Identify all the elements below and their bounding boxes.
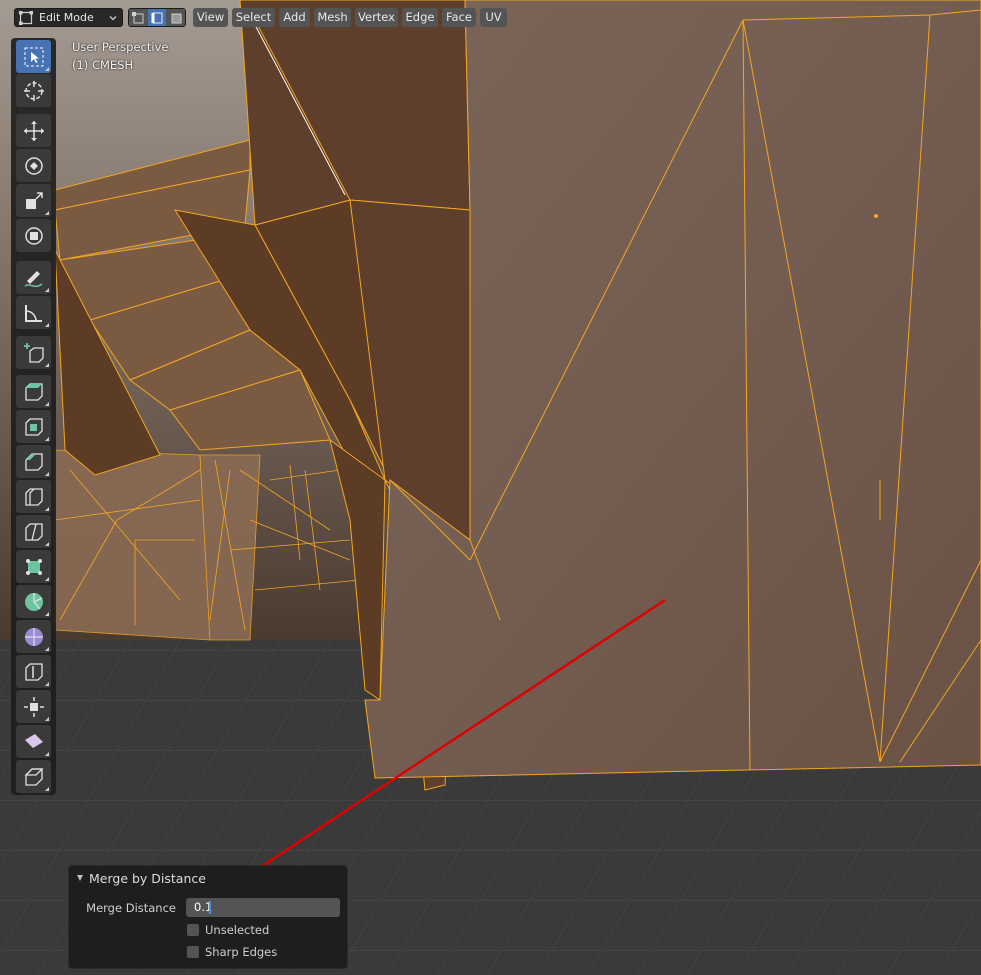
annotate-icon <box>24 270 42 287</box>
text-caret <box>209 901 211 914</box>
tool-measure[interactable] <box>16 296 51 329</box>
tool-annotate[interactable] <box>16 261 51 294</box>
tool-transform[interactable] <box>16 219 51 252</box>
measure-icon <box>24 304 42 322</box>
edge-select-button[interactable] <box>147 9 167 26</box>
object-label: (1) CMESH <box>72 58 134 72</box>
menu-edge[interactable]: Edge <box>402 8 438 27</box>
3d-viewport[interactable] <box>0 0 981 975</box>
viewport-header: Edit Mode View Select Add Mesh Vertex Ed… <box>0 0 981 36</box>
extrude-icon <box>24 382 43 401</box>
tool-add-cube[interactable] <box>16 336 51 369</box>
merge-distance-label: Merge Distance <box>86 901 176 915</box>
edit-mode-icon <box>19 10 33 25</box>
tool-knife[interactable] <box>16 515 51 548</box>
menu-add[interactable]: Add <box>279 8 310 27</box>
tool-loop-cut[interactable] <box>16 480 51 513</box>
tool-shear[interactable] <box>16 725 51 758</box>
menu-select[interactable]: Select <box>232 8 275 27</box>
edge-select-icon <box>151 12 163 23</box>
menu-view[interactable]: View <box>193 8 228 27</box>
unselected-checkbox[interactable] <box>187 924 199 936</box>
menu-uv[interactable]: UV <box>480 8 507 27</box>
collapse-triangle-icon[interactable] <box>77 875 83 881</box>
face-select-icon <box>171 13 182 23</box>
cursor-icon <box>23 80 44 101</box>
select-mode-group <box>128 8 186 27</box>
smooth-icon <box>24 627 43 646</box>
sharp-edges-checkbox[interactable] <box>187 946 199 958</box>
tool-spin[interactable] <box>16 585 51 618</box>
tool-extrude-region[interactable] <box>16 375 51 408</box>
menu-face[interactable]: Face <box>442 8 476 27</box>
shear-icon <box>24 733 43 748</box>
chevron-down-icon <box>109 15 117 20</box>
tool-poly-build[interactable] <box>16 550 51 583</box>
redo-panel: Merge by Distance Merge Distance 0.1 Uns… <box>68 865 348 969</box>
rotate-icon <box>24 156 43 175</box>
vertex-select-icon <box>132 11 144 23</box>
rip-region-icon <box>23 767 44 786</box>
face-select-button[interactable] <box>166 9 185 26</box>
tool-bevel[interactable] <box>16 445 51 478</box>
vertex-select-button[interactable] <box>129 9 148 26</box>
mode-label: Edit Mode <box>39 11 94 24</box>
tool-select-box[interactable] <box>16 40 51 73</box>
redo-panel-title[interactable]: Merge by Distance <box>89 871 206 886</box>
inset-icon <box>24 417 43 436</box>
poly-build-icon <box>25 558 42 575</box>
tool-cursor[interactable] <box>16 74 51 107</box>
unselected-option[interactable]: Unselected <box>187 923 269 937</box>
loop-cut-icon <box>24 487 43 506</box>
tool-rip-region[interactable] <box>16 760 51 793</box>
merge-distance-field[interactable]: 0.1 <box>186 898 340 917</box>
tool-edge-slide[interactable] <box>16 655 51 688</box>
tool-shelf <box>11 38 56 795</box>
menu-mesh[interactable]: Mesh <box>314 8 351 27</box>
tool-smooth[interactable] <box>16 620 51 653</box>
sharp-edges-label: Sharp Edges <box>205 945 278 959</box>
tool-move[interactable] <box>16 114 51 147</box>
scale-icon <box>25 191 43 209</box>
tool-rotate[interactable] <box>16 149 51 182</box>
edge-slide-icon <box>24 662 43 681</box>
mode-dropdown[interactable]: Edit Mode <box>14 8 123 27</box>
menu-vertex[interactable]: Vertex <box>355 8 398 27</box>
tool-inset-faces[interactable] <box>16 410 51 443</box>
bevel-icon <box>24 452 43 471</box>
spin-icon <box>24 592 43 611</box>
move-icon <box>23 120 44 141</box>
select-box-icon <box>24 47 43 66</box>
perspective-label: User Perspective <box>72 40 169 54</box>
knife-icon <box>24 522 43 541</box>
tool-scale[interactable] <box>16 184 51 217</box>
sharp-edges-option[interactable]: Sharp Edges <box>187 945 277 959</box>
shrink-fatten-icon <box>23 696 44 717</box>
unselected-label: Unselected <box>205 923 270 937</box>
add-cube-icon <box>23 342 44 363</box>
transform-icon <box>24 226 43 245</box>
tool-shrink-fatten[interactable] <box>16 690 51 723</box>
